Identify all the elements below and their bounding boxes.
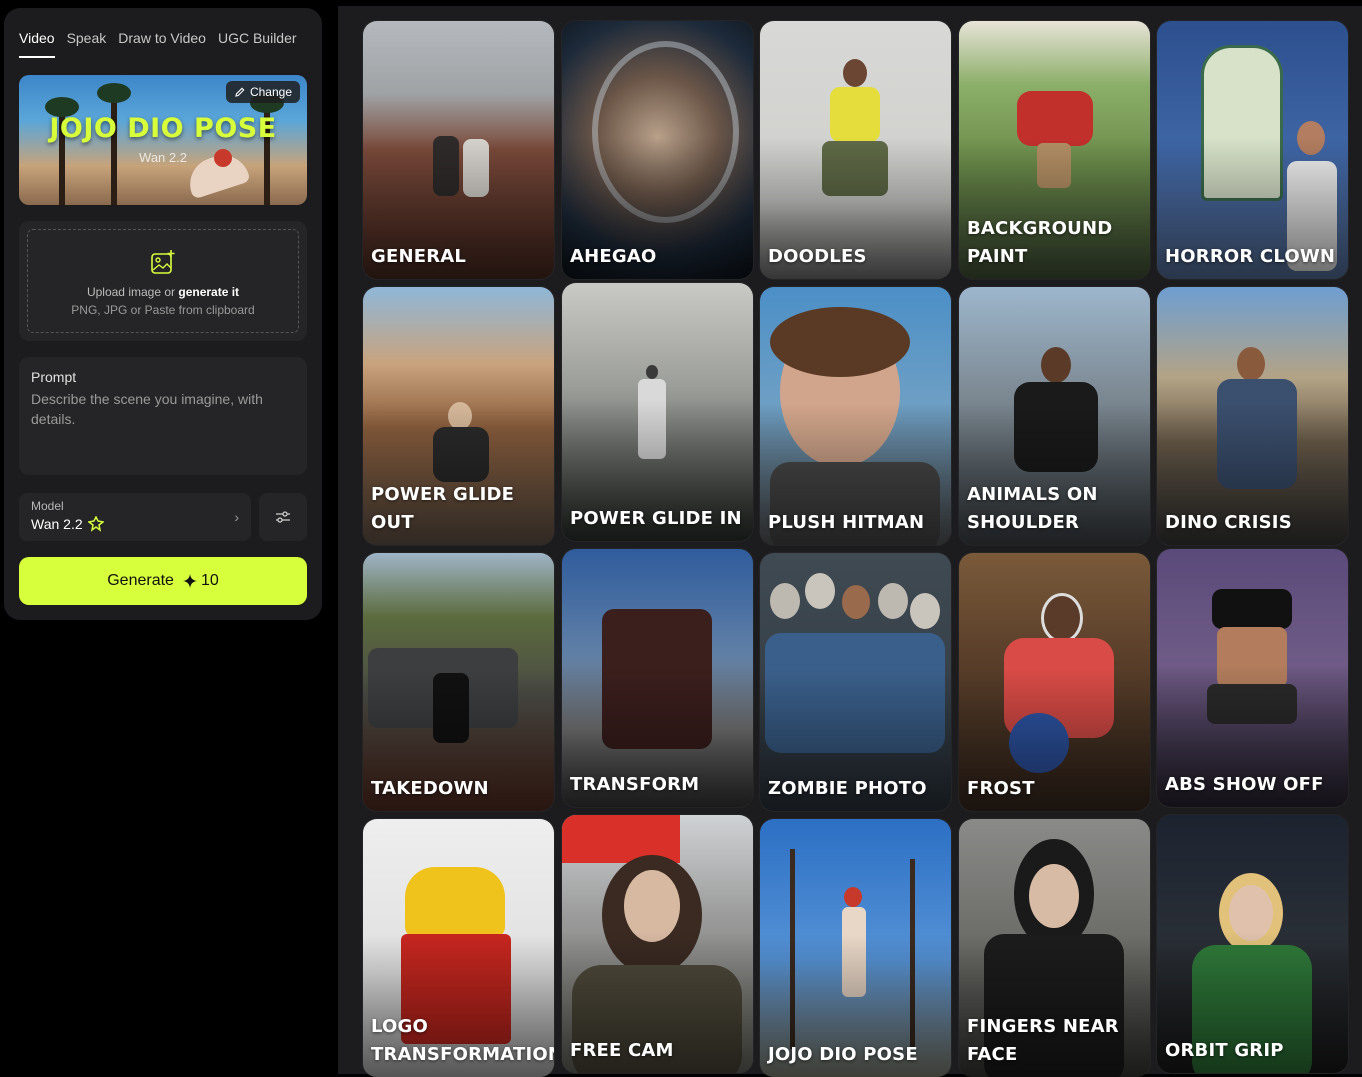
preset-card-label: FROST (967, 778, 1035, 799)
preset-card-label: ANIMALS ON SHOULDER (967, 484, 1098, 533)
card-figure-head (844, 887, 862, 907)
model-label: Model (31, 499, 64, 513)
palm-crown (97, 83, 131, 103)
tab-ugc-builder[interactable]: UGC Builder (218, 30, 297, 58)
card-figure-head (646, 365, 658, 379)
preset-card-label: AHEGAO (570, 246, 657, 267)
card-figure-head (1041, 593, 1083, 643)
card-figure-head (1029, 864, 1079, 928)
preset-card-label: FREE CAM (570, 1040, 674, 1061)
preset-card-logo-transformation[interactable]: LOGO TRANSFORMATION (363, 819, 554, 1077)
preset-card-frost[interactable]: FROST (959, 553, 1150, 811)
preset-card-label: ABS SHOW OFF (1165, 774, 1324, 795)
preset-card-orbit-grip[interactable]: ORBIT GRIP (1157, 815, 1348, 1073)
model-value: Wan 2.2 (31, 516, 83, 532)
preset-card-takedown[interactable]: TAKEDOWN (363, 553, 554, 811)
wan-logo-icon (87, 516, 104, 532)
upload-dropzone[interactable]: Upload image or generate it PNG, JPG or … (27, 229, 299, 333)
image-add-icon (28, 248, 298, 281)
upload-text: Upload image or (86, 285, 176, 299)
upload-instructions: Upload image or generate it (28, 285, 298, 299)
tab-video[interactable]: Video (19, 30, 55, 58)
preset-card-jojo-dio-pose[interactable]: JOJO DIO POSE (760, 819, 951, 1077)
selected-preset-thumbnail[interactable]: JOJO DIO POSE Wan 2.2 Change (19, 75, 307, 205)
card-figure-head (805, 573, 835, 609)
preset-card-label: GENERAL (371, 246, 467, 267)
change-preset-button[interactable]: Change (225, 81, 300, 103)
preset-card-label: ZOMBIE PHOTO (768, 778, 927, 799)
card-figure-head (1237, 347, 1265, 381)
preset-card-power-glide-in[interactable]: POWER GLIDE IN (562, 283, 753, 541)
preset-card-label: ORBIT GRIP (1165, 1040, 1284, 1061)
preset-card-general[interactable]: GENERAL (363, 21, 554, 279)
preset-card-label: DOODLES (768, 246, 867, 267)
preset-title: JOJO DIO POSE (49, 113, 277, 144)
preset-card-free-cam[interactable]: FREE CAM (562, 815, 753, 1073)
tab-draw-to-video[interactable]: Draw to Video (118, 30, 206, 58)
preset-card-label: FINGERS NEAR FACE (967, 1016, 1119, 1065)
credit-cost: 10 (182, 572, 219, 590)
preset-card-zombie-photo[interactable]: ZOMBIE PHOTO (760, 553, 951, 811)
card-figure-head (1041, 347, 1071, 383)
preset-card-label: DINO CRISIS (1165, 512, 1292, 533)
chevron-right-icon: › (234, 509, 239, 525)
preset-card-horror-clown[interactable]: HORROR CLOWN (1157, 21, 1348, 279)
prompt-label: Prompt (31, 369, 77, 385)
sliders-icon (276, 511, 290, 523)
credit-cost-value: 10 (200, 572, 219, 589)
card-figure-head (843, 59, 867, 87)
preset-card-dino-crisis[interactable]: DINO CRISIS (1157, 287, 1348, 545)
generate-label: Generate (107, 572, 174, 589)
preset-card-label: POWER GLIDE OUT (371, 484, 515, 533)
card-figure-head (842, 585, 870, 619)
preset-card-fingers-near-face[interactable]: FINGERS NEAR FACE (959, 819, 1150, 1077)
prompt-box: Prompt (19, 357, 307, 475)
preset-card-abs-show-off[interactable]: ABS SHOW OFF (1157, 549, 1348, 807)
card-figure-head (910, 593, 940, 629)
preset-card-label: HORROR CLOWN (1165, 246, 1336, 267)
preset-card-label: BACKGROUND PAINT (967, 218, 1113, 267)
preset-grid: GENERAL AHEGAO DOODLES BACKGROUND PAINT … (338, 6, 1362, 1077)
tab-speak[interactable]: Speak (67, 30, 107, 58)
upload-formats: PNG, JPG or Paste from clipboard (71, 303, 255, 317)
preset-card-power-glide-out[interactable]: POWER GLIDE OUT (363, 287, 554, 545)
model-selector[interactable]: Model Wan 2.2 › (19, 493, 251, 541)
sparkle-icon (182, 574, 197, 588)
card-hair (770, 307, 910, 377)
mode-tabs: Video Speak Draw to Video UGC Builder (19, 30, 297, 58)
preset-card-label: LOGO TRANSFORMATION (371, 1016, 554, 1065)
card-figure-head (770, 583, 800, 619)
preset-card-label: POWER GLIDE IN (570, 508, 742, 529)
preset-card-label: TAKEDOWN (371, 778, 489, 799)
generate-image-link[interactable]: generate it (178, 285, 239, 299)
image-upload-area[interactable]: Upload image or generate it PNG, JPG or … (19, 221, 307, 341)
preset-card-background-paint[interactable]: BACKGROUND PAINT (959, 21, 1150, 279)
pencil-icon (235, 87, 245, 97)
preset-model-subtitle: Wan 2.2 (139, 150, 187, 165)
preset-card-animals-on-shoulder[interactable]: ANIMALS ON SHOULDER (959, 287, 1150, 545)
preset-card-doodles[interactable]: DOODLES (760, 21, 951, 279)
preset-card-transform[interactable]: TRANSFORM (562, 549, 753, 807)
preset-card-label: TRANSFORM (570, 774, 700, 795)
prompt-input[interactable] (31, 389, 295, 459)
advanced-settings-button[interactable] (259, 493, 307, 541)
card-figure-head (878, 583, 908, 619)
model-value-row: Wan 2.2 (31, 516, 239, 532)
generate-button[interactable]: Generate 10 (19, 557, 307, 605)
card-fries (405, 867, 505, 937)
preset-card-label: PLUSH HITMAN (768, 512, 925, 533)
change-preset-label: Change (249, 85, 292, 99)
preset-card-label: JOJO DIO POSE (768, 1044, 918, 1065)
preset-card-plush-hitman[interactable]: PLUSH HITMAN (760, 287, 951, 545)
generation-panel: Video Speak Draw to Video UGC Builder JO… (4, 8, 322, 620)
card-figure (1212, 589, 1292, 629)
card-figure (830, 87, 880, 142)
preset-card-ahegao[interactable]: AHEGAO (562, 21, 753, 279)
